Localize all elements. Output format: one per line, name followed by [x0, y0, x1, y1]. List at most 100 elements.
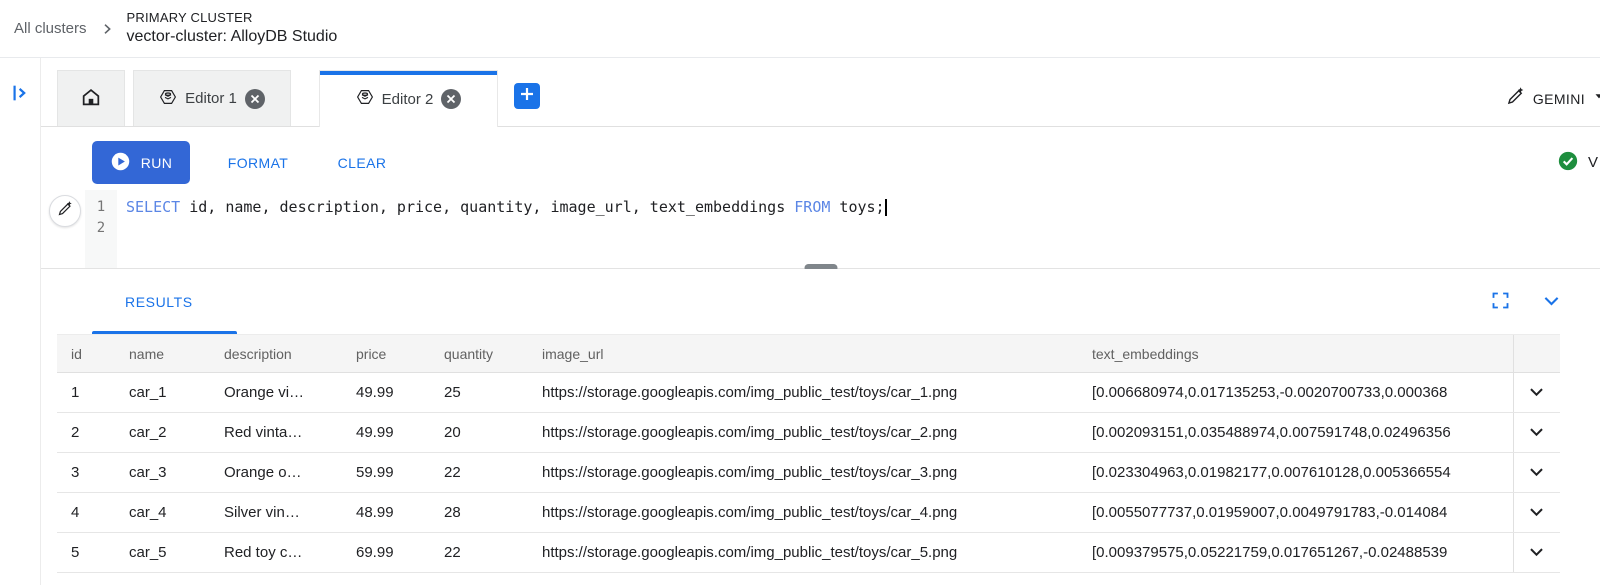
column-header-name: name	[115, 335, 210, 373]
cell-name: car_5	[115, 533, 210, 573]
breadcrumb-all-clusters-link[interactable]: All clusters	[14, 20, 87, 37]
collapse-results-button[interactable]	[1541, 290, 1562, 314]
chevron-down-icon	[1541, 290, 1562, 314]
cell-name: car_1	[115, 373, 210, 413]
database-hexagon-icon	[356, 88, 374, 110]
query-valid-status: V	[1557, 141, 1598, 184]
expand-sidebar-button[interactable]	[8, 82, 34, 108]
cell-id: 5	[57, 533, 115, 573]
cell-description: Red vinta…	[210, 413, 342, 453]
clear-button[interactable]: CLEAR	[331, 141, 393, 184]
tab-editor-1[interactable]: Editor 1	[133, 70, 291, 126]
expand-row-button[interactable]	[1527, 542, 1546, 564]
cell-id: 1	[57, 373, 115, 413]
line-number-gutter: 1 2	[85, 190, 117, 268]
results-table: id name description price quantity image…	[57, 334, 1560, 573]
table-row: 4 car_4 Silver vin… 48.99 28 https://sto…	[57, 493, 1560, 533]
chevron-down-icon	[1527, 542, 1546, 564]
tab-label: Editor 2	[382, 91, 434, 108]
expand-row-button[interactable]	[1527, 382, 1546, 404]
cell-quantity: 22	[430, 453, 528, 493]
column-header-id: id	[57, 335, 115, 373]
column-header-description: description	[210, 335, 342, 373]
cell-text-embeddings: [0.023304963,0.01982177,0.007610128,0.00…	[1078, 453, 1513, 493]
sql-code-input[interactable]: SELECT id, name, description, price, qua…	[117, 190, 1600, 268]
cell-id: 2	[57, 413, 115, 453]
run-button[interactable]: RUN	[92, 141, 190, 184]
cell-quantity: 20	[430, 413, 528, 453]
sql-editor: 1 2 SELECT id, name, description, price,…	[41, 190, 1600, 268]
cell-image-url: https://storage.googleapis.com/img_publi…	[528, 493, 1078, 533]
cell-price: 48.99	[342, 493, 430, 533]
cell-name: car_3	[115, 453, 210, 493]
status-text: V	[1588, 154, 1598, 171]
column-header-text-embeddings: text_embeddings	[1078, 335, 1513, 373]
cell-description: Orange vi…	[210, 373, 342, 413]
cell-text-embeddings: [0.009379575,0.05221759,0.017651267,-0.0…	[1078, 533, 1513, 573]
cell-description: Orange o…	[210, 453, 342, 493]
breadcrumb: All clusters PRIMARY CLUSTER vector-clus…	[0, 0, 1600, 58]
database-hexagon-icon	[159, 88, 177, 110]
cell-image-url: https://storage.googleapis.com/img_publi…	[528, 373, 1078, 413]
cell-image-url: https://storage.googleapis.com/img_publi…	[528, 413, 1078, 453]
tab-editor-2[interactable]: Editor 2	[319, 70, 498, 127]
column-header-image-url: image_url	[528, 335, 1078, 373]
cell-quantity: 22	[430, 533, 528, 573]
cell-name: car_4	[115, 493, 210, 533]
expand-row-button[interactable]	[1527, 502, 1546, 524]
table-row: 1 car_1 Orange vi… 49.99 25 https://stor…	[57, 373, 1560, 413]
chevron-down-icon	[1527, 502, 1546, 524]
gemini-label: GEMINI	[1533, 91, 1585, 107]
close-icon[interactable]	[441, 89, 461, 109]
chevron-down-icon	[1527, 382, 1546, 404]
cell-text-embeddings: [0.006680974,0.017135253,-0.0020700733,0…	[1078, 373, 1513, 413]
run-button-label: RUN	[141, 155, 173, 171]
sql-query-line: SELECT id, name, description, price, qua…	[126, 197, 1600, 218]
sql-columns: id, name, description, price, quantity, …	[180, 198, 794, 216]
expand-row-button[interactable]	[1527, 462, 1546, 484]
editor-tab-bar: Editor 1 Editor 2 GEMINI	[41, 70, 1600, 127]
table-row: 2 car_2 Red vinta… 49.99 20 https://stor…	[57, 413, 1560, 453]
home-icon	[80, 86, 102, 112]
cell-id: 4	[57, 493, 115, 533]
gemini-caret-icon	[1592, 89, 1600, 108]
line-number: 2	[85, 218, 117, 239]
cell-text-embeddings: [0.0055077737,0.01959007,0.0049791783,-0…	[1078, 493, 1513, 533]
chevron-down-icon	[1527, 462, 1546, 484]
tab-home[interactable]	[57, 70, 125, 126]
fullscreen-button[interactable]	[1490, 290, 1511, 314]
add-tab-icon	[520, 87, 534, 106]
breadcrumb-cluster-section: PRIMARY CLUSTER	[127, 9, 338, 27]
gemini-inline-assist-button[interactable]	[49, 195, 81, 227]
tab-label: Editor 1	[185, 90, 237, 107]
sql-table: toys;	[830, 198, 884, 216]
query-toolbar: RUN FORMAT CLEAR V	[41, 127, 1600, 190]
close-icon[interactable]	[245, 89, 265, 109]
cell-id: 3	[57, 453, 115, 493]
gemini-menu-button[interactable]: GEMINI	[1506, 70, 1600, 127]
tab-results[interactable]: RESULTS	[125, 269, 193, 334]
cell-price: 59.99	[342, 453, 430, 493]
column-header-price: price	[342, 335, 430, 373]
cell-price: 49.99	[342, 373, 430, 413]
cell-name: car_2	[115, 413, 210, 453]
cell-image-url: https://storage.googleapis.com/img_publi…	[528, 533, 1078, 573]
results-header: RESULTS	[41, 269, 1600, 334]
expand-row-button[interactable]	[1527, 422, 1546, 444]
sql-keyword: SELECT	[126, 198, 180, 216]
table-header-row: id name description price quantity image…	[57, 335, 1560, 373]
cell-text-embeddings: [0.002093151,0.035488974,0.007591748,0.0…	[1078, 413, 1513, 453]
pen-spark-icon	[1506, 86, 1526, 111]
page-title: vector-cluster: AlloyDB Studio	[127, 26, 338, 48]
cell-price: 69.99	[342, 533, 430, 573]
fullscreen-icon	[1490, 290, 1511, 314]
breadcrumb-chevron-icon	[99, 21, 115, 37]
format-button[interactable]: FORMAT	[223, 141, 293, 184]
add-tab-button[interactable]	[514, 83, 540, 109]
collapse-panel-icon	[10, 82, 32, 109]
cell-image-url: https://storage.googleapis.com/img_publi…	[528, 453, 1078, 493]
cell-description: Red toy c…	[210, 533, 342, 573]
text-cursor	[885, 199, 887, 216]
column-header-quantity: quantity	[430, 335, 528, 373]
sql-keyword: FROM	[794, 198, 830, 216]
